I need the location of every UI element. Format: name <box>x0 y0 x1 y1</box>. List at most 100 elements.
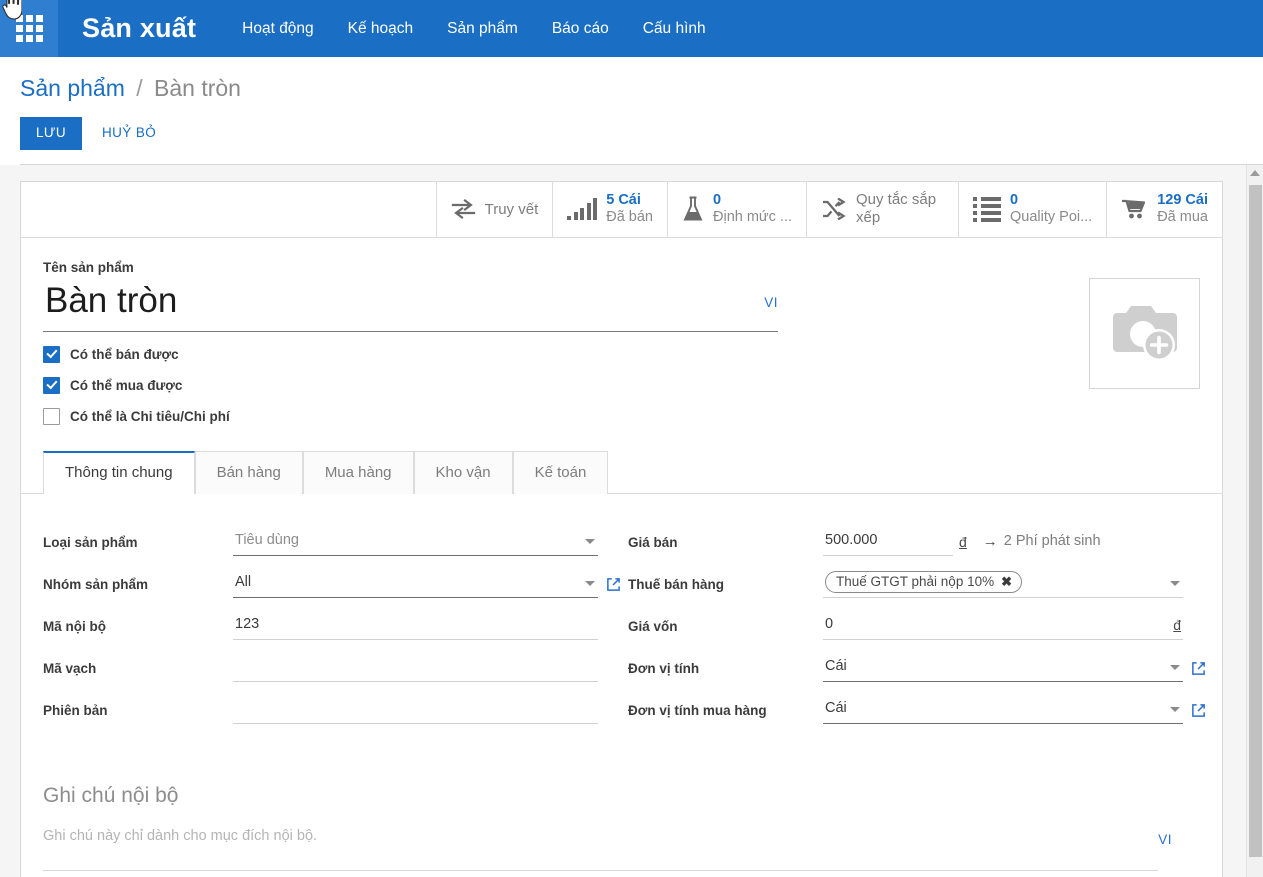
stat-button-quy-tac-sap-xep[interactable]: Quy tắc sắp xếp <box>806 181 958 237</box>
checkbox-can-be-purchased[interactable] <box>43 376 60 394</box>
checkbox-can-be-expensed[interactable] <box>43 407 60 425</box>
tab-mua-hang[interactable]: Mua hàng <box>302 450 414 494</box>
stat-label-da-ban: Đã bán <box>606 209 653 225</box>
value-purchase-unit-of-measure[interactable]: Cái <box>823 697 1183 723</box>
value-unit-of-measure[interactable]: Cái <box>823 655 1183 681</box>
internal-link-product-category[interactable] <box>598 577 628 598</box>
top-navbar: Sản xuất Hoạt động Kế hoạch Sản phẩm Báo… <box>0 0 1263 57</box>
checkbox-row-can-be-expensed[interactable]: Có thể là Chi tiêu/Chi phí <box>43 407 1200 425</box>
label-product-type: Loại sản phẩm <box>43 534 138 550</box>
internal-link-unit-of-measure[interactable] <box>1183 661 1213 682</box>
internal-notes-language-badge[interactable]: VI <box>1158 832 1172 847</box>
control-product-category[interactable]: All <box>233 571 598 598</box>
value-internal-reference[interactable]: 123 <box>233 613 598 639</box>
product-image-placeholder[interactable] <box>1089 277 1200 389</box>
field-row-customer-taxes: Thuế bán hàng Thuế GTGT phải nộp 10% ✖ <box>628 568 1213 598</box>
stat-button-truy-vet[interactable]: Truy vết <box>435 181 553 237</box>
checkbox-row-can-be-purchased[interactable]: Có thể mua được <box>43 376 1200 394</box>
tab-kho-van[interactable]: Kho vận <box>413 450 513 494</box>
product-form-sheet: Truy vết 5 Cái Đã bán 0 Định mức ... Quy… <box>20 180 1223 877</box>
menu-item-ke-hoach[interactable]: Kế hoạch <box>348 20 414 38</box>
app-brand-title: Sản xuất <box>82 13 197 43</box>
label-cost: Giá vốn <box>628 618 678 634</box>
menu-item-hoat-dong[interactable]: Hoạt động <box>242 20 314 38</box>
stat-label-truy-vet: Truy vết <box>484 200 539 218</box>
product-name-language-badge[interactable]: VI <box>764 295 778 310</box>
vertical-scrollbar[interactable] <box>1246 164 1263 877</box>
sales-price-input-wrap[interactable]: 500.000 <box>823 529 953 556</box>
tab-thong-tin-chung[interactable]: Thông tin chung <box>43 450 195 495</box>
chevron-down-icon[interactable] <box>1170 664 1180 670</box>
checkbox-can-be-sold[interactable] <box>43 345 60 363</box>
product-name-input[interactable]: Bàn tròn <box>43 275 778 332</box>
label-purchase-unit-of-measure: Đơn vị tính mua hàng <box>628 702 767 718</box>
tax-tag-label: Thuế GTGT phải nộp 10% <box>836 573 995 589</box>
value-version[interactable] <box>233 697 598 723</box>
stat-value-dinh-muc: 0 <box>713 192 722 209</box>
stat-button-quality-points[interactable]: 0 Quality Poi... <box>958 181 1106 237</box>
scrollbar-thumb[interactable] <box>1249 184 1262 857</box>
field-row-product-category: Nhóm sản phẩm All <box>43 568 628 598</box>
scroll-up-button[interactable] <box>1247 165 1263 182</box>
tax-tag[interactable]: Thuế GTGT phải nộp 10% ✖ <box>825 570 1022 593</box>
menu-item-bao-cao[interactable]: Báo cáo <box>552 20 609 38</box>
control-product-type[interactable]: Tiêu dùng <box>233 529 598 556</box>
chevron-down-icon[interactable] <box>1170 580 1180 586</box>
shuffle-icon <box>821 198 847 220</box>
label-unit-of-measure: Đơn vị tính <box>628 660 700 676</box>
label-version: Phiên bản <box>43 702 108 718</box>
field-row-unit-of-measure: Đơn vị tính Cái <box>628 652 1213 682</box>
field-row-purchase-unit-of-measure: Đơn vị tính mua hàng Cái <box>628 694 1213 724</box>
internal-link-purchase-unit-of-measure[interactable] <box>1183 703 1213 724</box>
control-sales-price: 500.000 đ → 2 Phí phát sinh <box>823 529 1101 556</box>
chevron-down-icon[interactable] <box>1170 706 1180 712</box>
shopping-cart-icon <box>1121 198 1148 220</box>
camera-add-icon <box>1112 306 1177 361</box>
control-barcode[interactable] <box>233 655 598 682</box>
tab-ban-hang[interactable]: Bán hàng <box>194 450 303 494</box>
control-internal-reference[interactable]: 123 <box>233 613 598 640</box>
value-cost[interactable]: 0 <box>823 613 1183 639</box>
control-version[interactable] <box>233 697 598 724</box>
field-row-internal-reference: Mã nội bộ 123 <box>43 610 628 640</box>
tax-tag-remove-icon[interactable]: ✖ <box>1001 575 1012 588</box>
stat-label-quy-tac-sap-xep: Quy tắc sắp xếp <box>856 191 937 226</box>
stat-button-da-ban[interactable]: 5 Cái Đã bán <box>552 181 667 237</box>
breadcrumb-parent-link[interactable]: Sản phẩm <box>20 75 125 101</box>
field-row-cost: Giá vốn 0 đ <box>628 610 1213 640</box>
field-row-barcode: Mã vạch <box>43 652 628 682</box>
label-sales-price: Giá bán <box>628 534 678 550</box>
chevron-down-icon[interactable] <box>585 538 595 544</box>
stat-value-da-mua: 129 Cái <box>1157 192 1208 209</box>
tab-ke-toan[interactable]: Kế toán <box>512 450 609 494</box>
checkbox-row-can-be-sold[interactable]: Có thể bán được <box>43 345 1200 363</box>
smart-button-bar: Truy vết 5 Cái Đã bán 0 Định mức ... Quy… <box>21 181 1222 238</box>
form-column-left: Loại sản phẩm Tiêu dùng Nhóm sản phẩm Al… <box>43 526 628 736</box>
menu-item-cau-hinh[interactable]: Cấu hình <box>643 20 706 38</box>
value-product-category[interactable]: All <box>233 571 598 597</box>
value-sales-price[interactable]: 500.000 <box>823 529 953 555</box>
apps-menu-button[interactable] <box>0 0 58 57</box>
product-name-row: Bàn tròn VI <box>43 275 778 332</box>
exchange-arrows-icon <box>451 199 476 219</box>
control-unit-of-measure[interactable]: Cái <box>823 655 1183 682</box>
chevron-down-icon[interactable] <box>585 580 595 586</box>
value-barcode[interactable] <box>233 655 598 681</box>
control-cost[interactable]: 0 đ <box>823 613 1183 640</box>
extra-prices-link[interactable]: → 2 Phí phát sinh <box>967 533 1101 556</box>
form-scroll-area: Truy vết 5 Cái Đã bán 0 Định mức ... Quy… <box>0 164 1263 877</box>
field-row-sales-price: Giá bán 500.000 đ → 2 Phí phát sinh <box>628 526 1213 556</box>
value-product-type[interactable]: Tiêu dùng <box>233 529 598 555</box>
stat-button-dinh-muc[interactable]: 0 Định mức ... <box>667 181 806 237</box>
internal-notes-input[interactable]: Ghi chú này chỉ dành cho mục đích nội bộ… <box>43 828 1200 844</box>
save-button[interactable]: LƯU <box>20 117 82 150</box>
control-purchase-unit-of-measure[interactable]: Cái <box>823 697 1183 724</box>
stat-label-da-mua: Đã mua <box>1157 209 1208 225</box>
form-column-right: Giá bán 500.000 đ → 2 Phí phát sinh Thuế… <box>628 526 1213 736</box>
checkbox-label-can-be-purchased: Có thể mua được <box>70 377 183 393</box>
control-customer-taxes[interactable]: Thuế GTGT phải nộp 10% ✖ <box>823 570 1183 598</box>
cancel-button[interactable]: HUỶ BỎ <box>88 117 170 150</box>
menu-item-san-pham[interactable]: Sản phẩm <box>447 20 518 38</box>
stat-button-da-mua[interactable]: 129 Cái Đã mua <box>1106 181 1222 237</box>
flask-icon <box>682 196 704 222</box>
